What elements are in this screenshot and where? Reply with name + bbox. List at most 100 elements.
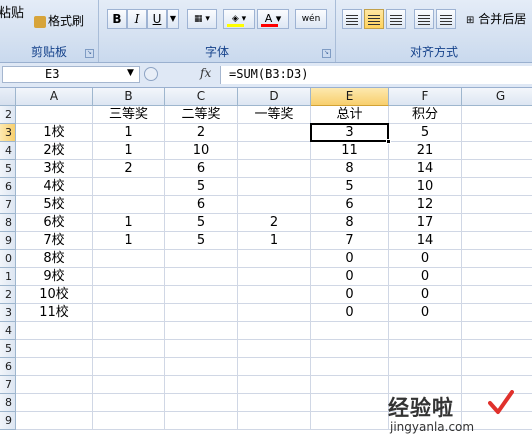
formula-input[interactable]: =SUM(B3:D3) — [220, 66, 532, 84]
cell-d[interactable] — [238, 250, 311, 268]
cell-a[interactable]: 11校 — [16, 304, 93, 322]
row-header[interactable]: 1 — [0, 268, 16, 286]
row-header[interactable]: 9 — [0, 412, 16, 430]
cell-b[interactable] — [93, 340, 165, 358]
cell-f[interactable]: 17 — [389, 214, 462, 232]
borders-button[interactable]: ▦ ▾ — [187, 9, 217, 29]
bold-button[interactable]: B — [107, 9, 127, 29]
increase-indent-button[interactable] — [436, 9, 456, 29]
row-header[interactable]: 7 — [0, 376, 16, 394]
cell-f[interactable]: 12 — [389, 196, 462, 214]
cell-d[interactable] — [238, 196, 311, 214]
column-header-c[interactable]: C — [165, 88, 238, 106]
underline-button[interactable]: U — [147, 9, 167, 29]
cell-d[interactable]: 2 — [238, 214, 311, 232]
phonetic-button[interactable]: wén — [295, 9, 327, 29]
cell-f[interactable] — [389, 340, 462, 358]
cell-d[interactable] — [238, 268, 311, 286]
cell-a[interactable] — [16, 322, 93, 340]
italic-button[interactable]: I — [127, 9, 147, 29]
cell-b[interactable] — [93, 412, 165, 430]
cell-f[interactable]: 5 — [389, 124, 462, 142]
cell-d[interactable] — [238, 286, 311, 304]
cell-b[interactable]: 三等奖 — [93, 106, 165, 124]
align-left-button[interactable] — [342, 9, 362, 29]
cell-e[interactable]: 6 — [311, 196, 389, 214]
cell-c[interactable]: 10 — [165, 142, 238, 160]
cell-e[interactable]: 8 — [311, 160, 389, 178]
decrease-indent-button[interactable] — [414, 9, 434, 29]
cell-b[interactable]: 2 — [93, 160, 165, 178]
cell-c[interactable] — [165, 340, 238, 358]
name-box[interactable]: E3 — [2, 66, 140, 83]
cell-f[interactable]: 10 — [389, 178, 462, 196]
cell-c[interactable] — [165, 286, 238, 304]
cell-f[interactable]: 0 — [389, 286, 462, 304]
column-header-b[interactable]: B — [93, 88, 165, 106]
cell-a[interactable] — [16, 376, 93, 394]
fill-color-button[interactable]: ◈ ▾ — [223, 9, 255, 29]
cell-c[interactable]: 6 — [165, 160, 238, 178]
cell-a[interactable]: 2校 — [16, 142, 93, 160]
cell-c[interactable] — [165, 394, 238, 412]
cell-g[interactable] — [462, 160, 532, 178]
cell-g[interactable] — [462, 178, 532, 196]
cell-g[interactable] — [462, 106, 532, 124]
cell-d[interactable] — [238, 124, 311, 142]
font-color-button[interactable]: A ▾ — [257, 9, 289, 29]
cell-b[interactable] — [93, 286, 165, 304]
cell-g[interactable] — [462, 304, 532, 322]
format-painter-button[interactable]: 格式刷 — [34, 12, 84, 29]
cell-g[interactable] — [462, 358, 532, 376]
row-header[interactable]: 4 — [0, 322, 16, 340]
cell-c[interactable]: 5 — [165, 232, 238, 250]
cell-d[interactable] — [238, 376, 311, 394]
cell-d[interactable] — [238, 160, 311, 178]
column-header-e[interactable]: E — [311, 88, 389, 106]
cell-e[interactable] — [311, 340, 389, 358]
cell-a[interactable]: 10校 — [16, 286, 93, 304]
cell-d[interactable] — [238, 394, 311, 412]
cell-e[interactable]: 总计 — [311, 106, 389, 124]
row-header[interactable]: 8 — [0, 214, 16, 232]
cell-c[interactable] — [165, 322, 238, 340]
row-header[interactable]: 6 — [0, 358, 16, 376]
fill-handle[interactable] — [386, 139, 391, 144]
cell-b[interactable] — [93, 322, 165, 340]
cell-g[interactable] — [462, 232, 532, 250]
cell-c[interactable]: 5 — [165, 178, 238, 196]
cell-e[interactable]: 8 — [311, 214, 389, 232]
row-header[interactable]: 9 — [0, 232, 16, 250]
cell-f[interactable]: 14 — [389, 232, 462, 250]
cell-a[interactable] — [16, 394, 93, 412]
cell-c[interactable] — [165, 250, 238, 268]
cell-b[interactable]: 1 — [93, 142, 165, 160]
cell-d[interactable] — [238, 178, 311, 196]
cell-b[interactable] — [93, 250, 165, 268]
cell-e[interactable] — [311, 322, 389, 340]
cell-d[interactable] — [238, 322, 311, 340]
row-header[interactable]: 8 — [0, 394, 16, 412]
column-header-a[interactable]: A — [16, 88, 93, 106]
cell-g[interactable] — [462, 196, 532, 214]
insert-function-button[interactable]: fx — [200, 66, 211, 80]
row-header[interactable]: 3 — [0, 304, 16, 322]
cell-e[interactable]: 0 — [311, 268, 389, 286]
cell-c[interactable]: 2 — [165, 124, 238, 142]
cell-c[interactable] — [165, 358, 238, 376]
cell-e[interactable]: 5 — [311, 178, 389, 196]
cell-g[interactable] — [462, 250, 532, 268]
cell-a[interactable]: 4校 — [16, 178, 93, 196]
cell-g[interactable] — [462, 124, 532, 142]
cell-b[interactable] — [93, 178, 165, 196]
cell-a[interactable]: 8校 — [16, 250, 93, 268]
cell-f[interactable]: 0 — [389, 250, 462, 268]
select-all-button[interactable] — [0, 88, 16, 106]
cell-b[interactable] — [93, 196, 165, 214]
cell-f[interactable] — [389, 322, 462, 340]
cell-g[interactable] — [462, 322, 532, 340]
cell-f[interactable] — [389, 358, 462, 376]
cell-g[interactable] — [462, 142, 532, 160]
cell-e[interactable]: 11 — [311, 142, 389, 160]
cell-a[interactable]: 5校 — [16, 196, 93, 214]
